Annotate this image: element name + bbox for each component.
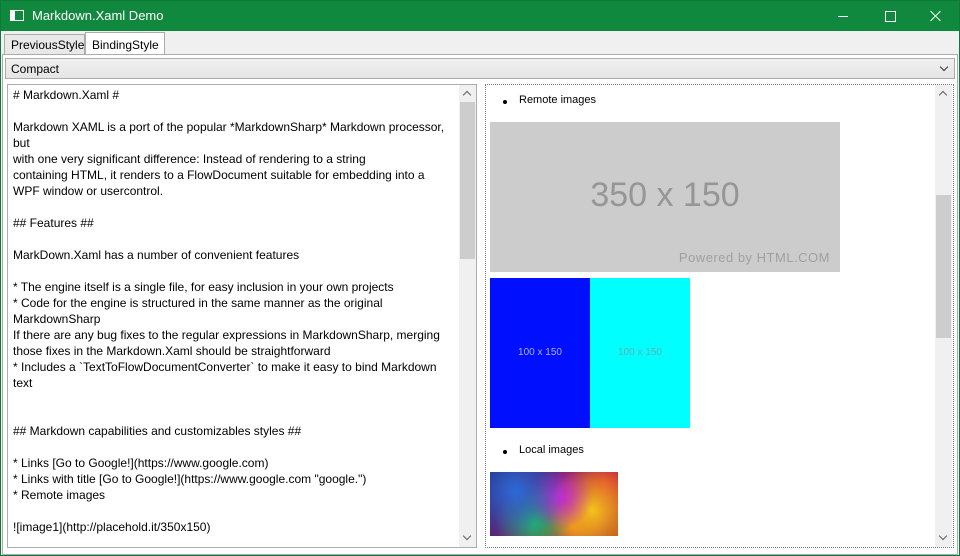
bullet-icon xyxy=(503,100,507,104)
scroll-up-icon[interactable] xyxy=(459,85,476,102)
editor-line: containing HTML, it renders to a FlowDoc… xyxy=(13,168,425,182)
editor-line: If there are any bug fixes to the regula… xyxy=(13,328,440,342)
editor-line: MarkdownSharp xyxy=(13,312,101,326)
bullet-icon xyxy=(503,450,507,454)
editor-line: * Includes a `TextToFlowDocumentConverte… xyxy=(13,360,437,374)
editor-line: text xyxy=(13,376,33,390)
window-title: Markdown.Xaml Demo xyxy=(32,8,164,23)
close-button[interactable] xyxy=(913,1,959,31)
local-images-label: Local images xyxy=(519,444,584,456)
scroll-up-icon[interactable] xyxy=(935,85,952,102)
scroll-thumb[interactable] xyxy=(936,195,951,338)
style-combo[interactable]: Compact xyxy=(5,58,955,79)
editor-line: # Markdown.Xaml # xyxy=(13,88,120,102)
placeholder-credit: Powered by HTML.COM xyxy=(678,250,830,265)
placeholder-image-large: 350 x 150 Powered by HTML.COM xyxy=(490,122,840,272)
title-bar[interactable]: Markdown.Xaml Demo xyxy=(1,1,959,31)
editor-line: ## Features ## xyxy=(13,216,94,230)
style-combo-value: Compact xyxy=(11,62,60,76)
maximize-button[interactable] xyxy=(867,1,913,31)
preview-scrollbar[interactable] xyxy=(935,85,952,547)
window-icon xyxy=(10,10,24,21)
placeholder-image-cyan: 100 x 150 xyxy=(590,278,690,428)
editor-line: ![image1](http://placehold.it/350x150) xyxy=(13,520,211,534)
editor-line: * Links with title [Go to Google!](https… xyxy=(13,472,367,486)
markdown-preview[interactable]: Remote images 350 x 150 Powered by HTML.… xyxy=(485,84,954,548)
editor-scrollbar[interactable] xyxy=(459,85,476,547)
editor-line: Markdown XAML is a port of the popular *… xyxy=(13,120,445,134)
markdown-editor[interactable]: # Markdown.Xaml # Markdown XAML is a por… xyxy=(7,84,477,548)
editor-line: * Remote images xyxy=(13,488,106,502)
scroll-down-icon[interactable] xyxy=(459,530,476,547)
editor-line: MarkDown.Xaml has a number of convenient… xyxy=(13,248,300,262)
chevron-down-icon[interactable] xyxy=(940,64,948,72)
editor-line: * Links [Go to Google!](https://www.goog… xyxy=(13,456,269,470)
tab-strip: PreviousStyle BindingStyle xyxy=(1,31,959,55)
scroll-down-icon[interactable] xyxy=(935,530,952,547)
minimize-button[interactable] xyxy=(820,1,866,31)
editor-line: with one very significant difference: In… xyxy=(13,152,366,166)
editor-line: WPF window or usercontrol. xyxy=(13,184,164,198)
placeholder-image-blue: 100 x 150 xyxy=(490,278,590,428)
app-window: Markdown.Xaml Demo PreviousStyle Binding… xyxy=(0,0,960,556)
editor-line: but xyxy=(13,136,30,150)
editor-line: * The engine itself is a single file, fo… xyxy=(13,280,394,294)
scroll-thumb[interactable] xyxy=(460,102,475,259)
editor-line: * Code for the engine is structured in t… xyxy=(13,296,383,310)
placeholder-size-label: 350 x 150 xyxy=(590,176,740,214)
remote-images-label: Remote images xyxy=(519,94,597,106)
editor-text[interactable]: # Markdown.Xaml # Markdown XAML is a por… xyxy=(13,87,458,535)
editor-line: those fixes in the Markdown.Xaml should … xyxy=(13,344,331,358)
placeholder-size-label: 100 x 150 xyxy=(518,347,562,358)
editor-line: ## Markdown capabilities and customizabl… xyxy=(13,424,302,438)
local-image xyxy=(490,472,618,536)
tab-previous-style[interactable]: PreviousStyle xyxy=(4,34,85,55)
placeholder-size-label: 100 x 150 xyxy=(618,347,662,358)
tab-binding-style[interactable]: BindingStyle xyxy=(85,32,165,55)
